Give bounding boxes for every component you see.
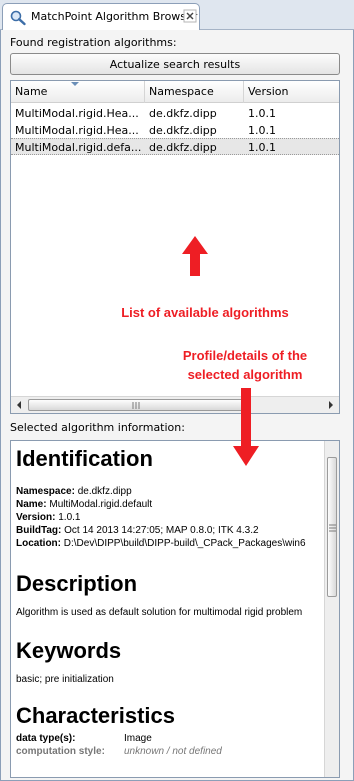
namespace-key: Namespace: [16, 486, 75, 497]
computation-value: unknown / not defined [124, 746, 222, 757]
row-name: MultiModal.rigid.Hea... [15, 124, 139, 137]
horizontal-scroll-thumb[interactable] [28, 399, 246, 411]
column-header-namespace-label: Namespace [149, 85, 214, 98]
list-annotation: List of available algorithms [121, 305, 289, 320]
datatype-value: Image [124, 733, 152, 744]
location-key: Location: [16, 538, 61, 549]
scroll-left-icon[interactable] [11, 397, 28, 413]
location-line: Location: D:\Dev\DIPP\build\DIPP-build\_… [16, 537, 328, 550]
table-row[interactable]: MultiModal.rigid.Hea... de.dkfz.dipp 1.0… [11, 122, 339, 139]
buildtag-key: BuildTag: [16, 525, 62, 536]
column-header-version[interactable]: Version [244, 81, 339, 103]
algorithm-info-view[interactable]: Identification Namespace: de.dkfz.dipp N… [10, 440, 340, 778]
location-value: D:\Dev\DIPP\build\DIPP-build\_CPack_Pack… [63, 538, 306, 549]
keywords-text: basic; pre initialization [16, 674, 114, 685]
sort-indicator-icon [71, 82, 79, 86]
namespace-value: de.dkfz.dipp [77, 486, 132, 497]
algorithm-profile: Identification Namespace: de.dkfz.dipp N… [16, 445, 328, 758]
name-value: MultiModal.rigid.default [49, 499, 153, 510]
selected-algorithm-label: Selected algorithm information: [10, 421, 185, 434]
identification-heading: Identification [16, 446, 153, 471]
row-namespace: de.dkfz.dipp [149, 107, 217, 120]
row-version: 1.0.1 [248, 107, 276, 120]
row-version: 1.0.1 [248, 141, 276, 154]
column-header-name-label: Name [15, 85, 48, 98]
found-algorithms-label: Found registration algorithms: [10, 36, 177, 49]
description-heading: Description [16, 571, 138, 596]
computation-key: computation style: [16, 746, 105, 757]
name-key: Name: [16, 499, 47, 510]
horizontal-scrollbar[interactable] [11, 396, 339, 413]
row-namespace: de.dkfz.dipp [149, 124, 217, 137]
version-key: Version: [16, 512, 56, 523]
profile-annotation-line2: selected algorithm [187, 367, 303, 382]
column-header-name[interactable]: Name [11, 81, 145, 103]
version-value: 1.0.1 [58, 512, 81, 523]
buildtag-line: BuildTag: Oct 14 2013 14:27:05; MAP 0.8.… [16, 524, 328, 537]
version-line: Version: 1.0.1 [16, 511, 328, 524]
profile-annotation-line1: Profile/details of the [182, 348, 308, 363]
tab-matchpoint-algorithm-browser[interactable]: MatchPoint Algorithm Browser [2, 3, 200, 30]
arrow-down-icon [233, 388, 259, 466]
column-header-version-label: Version [248, 85, 289, 98]
name-line: Name: MultiModal.rigid.default [16, 498, 328, 511]
datatype-line: data type(s): Image [16, 732, 328, 745]
magnifier-icon [10, 10, 26, 26]
table-row[interactable]: MultiModal.rigid.Hea... de.dkfz.dipp 1.0… [11, 105, 339, 122]
computation-line: computation style: unknown / not defined [16, 745, 328, 758]
description-text: Algorithm is used as default solution fo… [16, 607, 303, 618]
namespace-line: Namespace: de.dkfz.dipp [16, 485, 328, 498]
column-header-namespace[interactable]: Namespace [145, 81, 244, 103]
tab-title: MatchPoint Algorithm Browser [31, 10, 198, 23]
actualize-search-button[interactable]: Actualize search results [10, 53, 340, 75]
buildtag-value: Oct 14 2013 14:27:05; MAP 0.8.0; ITK 4.3… [64, 525, 259, 536]
list-header: Name Namespace Version [11, 81, 339, 103]
table-row-selected[interactable]: MultiModal.rigid.defa... de.dkfz.dipp 1.… [11, 138, 339, 155]
vertical-scrollbar[interactable] [324, 441, 339, 777]
vertical-scroll-thumb[interactable] [327, 457, 337, 597]
characteristics-heading: Characteristics [16, 703, 175, 728]
keywords-heading: Keywords [16, 638, 122, 663]
arrow-up-icon [182, 236, 208, 276]
close-icon[interactable] [183, 9, 197, 23]
row-namespace: de.dkfz.dipp [149, 141, 217, 154]
row-version: 1.0.1 [248, 124, 276, 137]
scroll-right-icon[interactable] [322, 397, 339, 413]
grip-icon [132, 402, 140, 409]
view-tab-bar: MatchPoint Algorithm Browser [0, 0, 354, 30]
grip-icon [329, 524, 336, 532]
row-name: MultiModal.rigid.defa... [15, 141, 142, 154]
datatype-key: data type(s): [16, 733, 76, 744]
row-name: MultiModal.rigid.Hea... [15, 107, 139, 120]
